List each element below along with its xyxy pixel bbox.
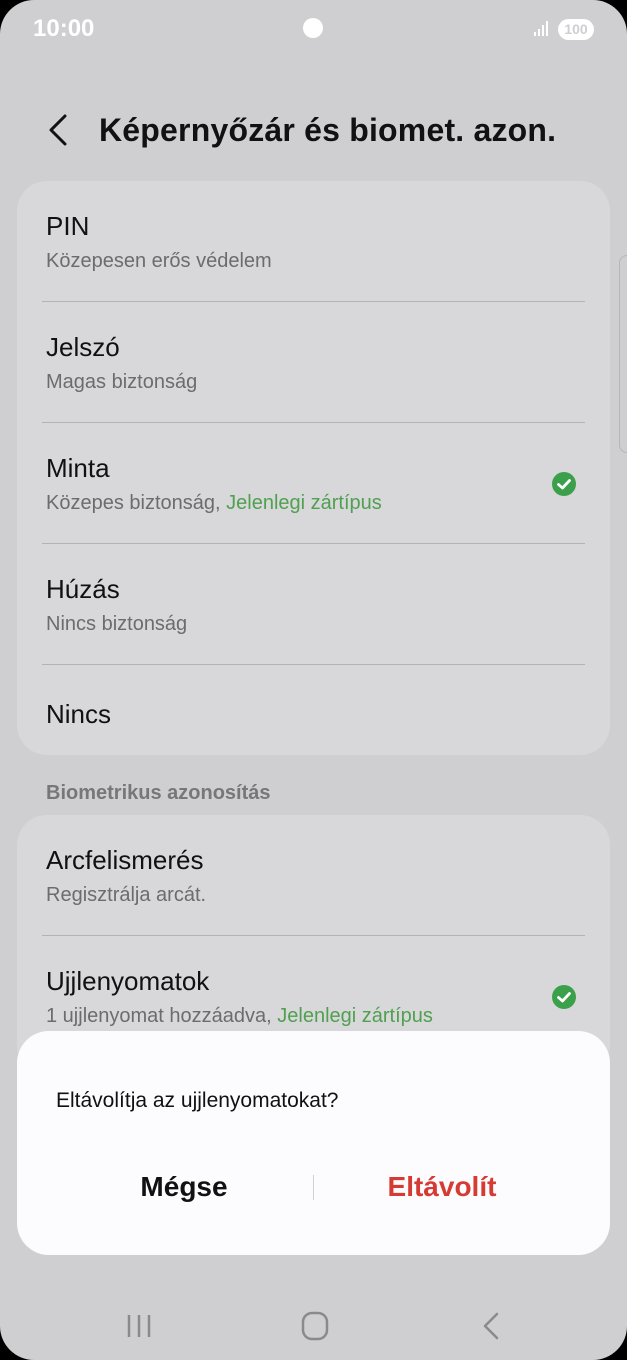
item-title: PIN [46, 211, 90, 241]
item-subtitle: 1 ujjlenyomat hozzáadva, Jelenlegi zártí… [46, 1005, 433, 1028]
item-subtitle: Közepes biztonság, Jelenlegi zártípus [46, 492, 382, 515]
list-item-face-recognition[interactable]: Arcfelismerés Regisztrálja arcát. [17, 815, 610, 936]
lock-screen-settings: 10:00 100 Képernyőzár és biomet. azon. P… [0, 0, 627, 1360]
button-separator [313, 1175, 314, 1200]
dialog-message: Eltávolítja az ujjlenyomatokat? [56, 1089, 339, 1112]
battery-indicator: 100 [558, 19, 594, 40]
check-icon [552, 472, 576, 496]
item-subtitle: Nincs biztonság [46, 613, 188, 635]
list-item-pattern[interactable]: Minta Közepes biztonság, Jelenlegi zártí… [17, 423, 610, 544]
header: Képernyőzár és biomet. azon. [0, 100, 627, 160]
lock-type-list: PIN Közepesen erős védelem Jelszó Magas … [17, 181, 610, 755]
home-icon[interactable] [291, 1308, 339, 1344]
item-title: Ujjlenyomatok [46, 966, 210, 996]
item-subtitle: Regisztrálja arcát. [46, 884, 207, 906]
item-subtitle: Magas biztonság [46, 371, 198, 393]
item-subtitle: Közepesen erős védelem [46, 250, 272, 272]
item-title: Minta [46, 453, 110, 483]
remove-fingerprints-dialog: Eltávolítja az ujjlenyomatokat? Mégse El… [17, 1031, 610, 1255]
current-lock-label: Jelenlegi zártípus [277, 1005, 433, 1027]
remove-button[interactable]: Eltávolít [317, 1164, 567, 1210]
item-title: Húzás [46, 574, 120, 604]
list-item-pin[interactable]: PIN Közepesen erős védelem [17, 181, 610, 302]
check-icon [552, 985, 576, 1009]
section-label-biometrics: Biometrikus azonosítás [46, 782, 271, 804]
item-title: Arcfelismerés [46, 845, 204, 875]
list-item-password[interactable]: Jelszó Magas biztonság [17, 302, 610, 423]
back-arrow-icon[interactable] [40, 108, 80, 152]
item-subtitle-text: 1 ujjlenyomat hozzáadva, [46, 1005, 278, 1027]
current-lock-label: Jelenlegi zártípus [226, 492, 382, 514]
recents-icon[interactable] [116, 1308, 164, 1344]
signal-icon [534, 21, 548, 36]
item-subtitle-text: Közepes biztonság, [46, 492, 227, 514]
scroll-handle[interactable] [619, 255, 627, 453]
back-nav-icon[interactable] [467, 1308, 515, 1344]
front-camera [303, 18, 323, 38]
list-item-swipe[interactable]: Húzás Nincs biztonság [17, 544, 610, 665]
item-title: Nincs [46, 699, 112, 729]
page-title: Képernyőzár és biomet. azon. [99, 112, 557, 148]
list-item-none[interactable]: Nincs [17, 665, 610, 755]
status-time: 10:00 [33, 15, 95, 42]
status-bar: 10:00 100 [0, 0, 627, 58]
navigation-bar [0, 1290, 627, 1360]
cancel-button[interactable]: Mégse [59, 1164, 309, 1210]
item-title: Jelszó [46, 332, 120, 362]
